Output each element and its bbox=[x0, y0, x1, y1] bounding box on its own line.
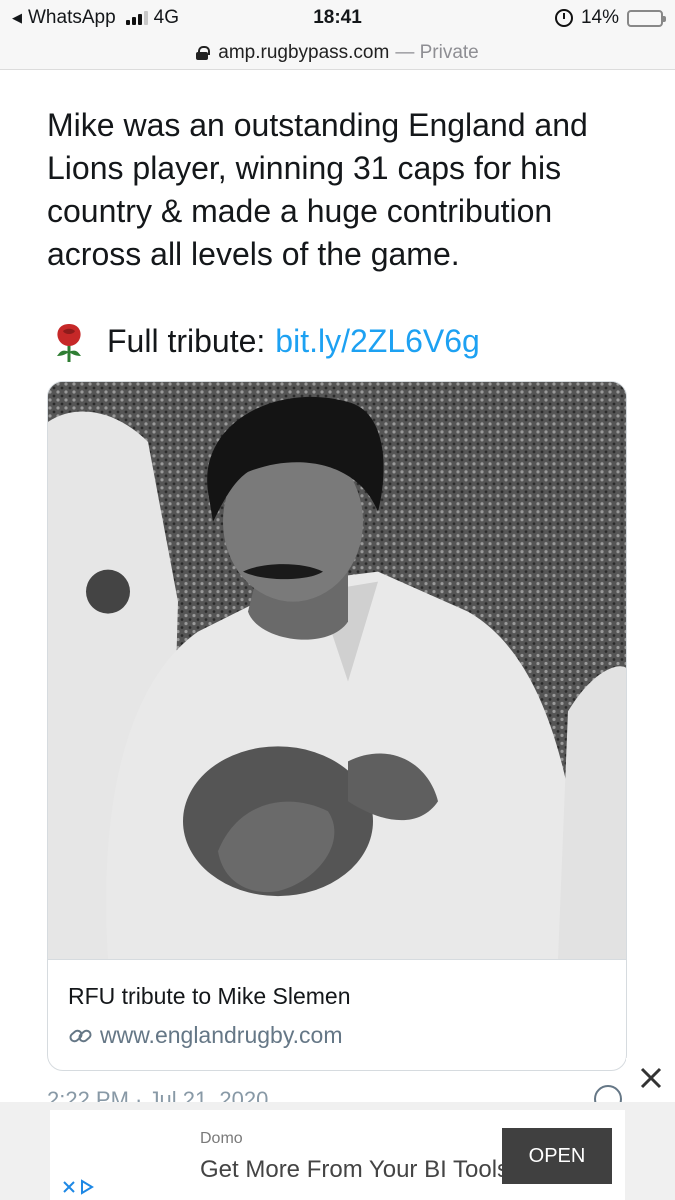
close-icon bbox=[62, 1181, 75, 1193]
ad-choices[interactable] bbox=[50, 1174, 105, 1200]
lock-icon bbox=[196, 45, 211, 60]
ad-brand: Domo bbox=[200, 1130, 243, 1147]
tribute-label: Full tribute: bbox=[107, 323, 266, 359]
alarm-icon bbox=[554, 9, 573, 27]
rose-icon bbox=[57, 323, 81, 362]
ad-content[interactable]: Domo Get More From Your BI Tools OPEN bbox=[50, 1110, 625, 1200]
link-card[interactable]: RFU tribute to Mike Slemen www.englandru… bbox=[47, 381, 627, 1071]
ad-open-button[interactable]: OPEN bbox=[502, 1128, 612, 1184]
private-label: — Private bbox=[395, 41, 479, 63]
close-icon bbox=[640, 1067, 661, 1089]
battery-icon bbox=[627, 9, 666, 27]
tweet-text: Mike was an outstanding England and Lion… bbox=[47, 107, 588, 272]
card-url-text: www.englandrugby.com bbox=[100, 1022, 343, 1048]
ad-headline: Get More From Your BI Tools bbox=[200, 1156, 505, 1183]
status-bar: ◀ WhatsApp 4G 18:41 14% bbox=[0, 0, 675, 36]
card-title: RFU tribute to Mike Slemen bbox=[68, 983, 351, 1009]
card-photo bbox=[48, 382, 626, 960]
ad-close-button[interactable] bbox=[626, 1058, 675, 1098]
card-url[interactable]: www.englandrugby.com bbox=[68, 1022, 342, 1049]
url-bar[interactable]: amp.rugbypass.com — Private bbox=[0, 36, 675, 70]
url-host: amp.rugbypass.com bbox=[218, 41, 390, 63]
tribute-line: Full tribute: bit.ly/2ZL6V6g bbox=[47, 320, 480, 363]
tribute-link[interactable]: bit.ly/2ZL6V6g bbox=[275, 320, 480, 363]
link-icon bbox=[69, 1029, 92, 1042]
status-right: 14% bbox=[554, 7, 666, 29]
ad-choices-icon bbox=[80, 1179, 94, 1195]
battery-percent: 14% bbox=[580, 7, 619, 28]
